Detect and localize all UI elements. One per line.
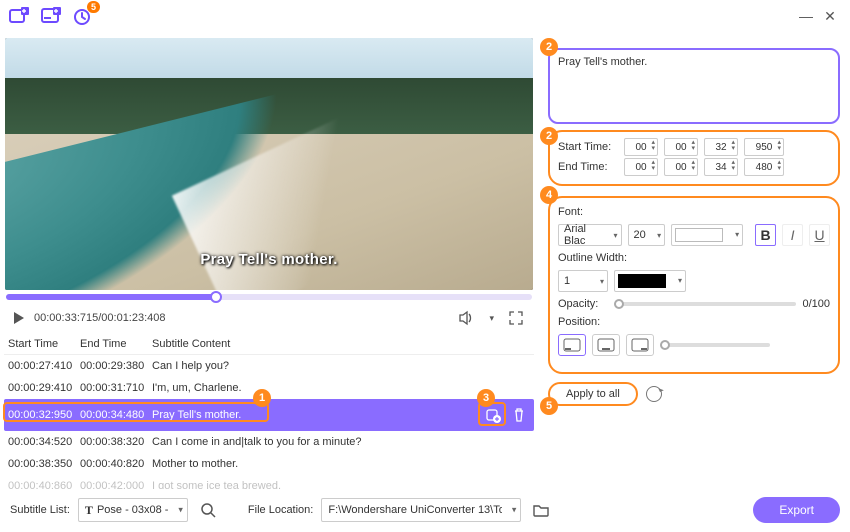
bold-button[interactable]: B — [755, 224, 776, 246]
cell-end: 00:00:29:380 — [80, 360, 152, 372]
auto-subtitle-icon[interactable]: 5 — [72, 5, 94, 27]
cell-start: 00:00:27:410 — [8, 360, 80, 372]
cell-start: 00:00:38:350 — [8, 458, 80, 470]
end-mm[interactable]: 00▴▾ — [664, 158, 698, 176]
position-right[interactable] — [626, 334, 654, 356]
cell-content: Pray Tell's mother. — [152, 409, 482, 421]
font-label: Font: — [558, 206, 830, 218]
table-row[interactable]: 00:00:27:410 00:00:29:380 Can I help you… — [4, 355, 534, 377]
table-row[interactable]: 00:00:34:520 00:00:38:320 Can I come in … — [4, 431, 534, 453]
font-color-select[interactable]: ▾ — [671, 224, 743, 246]
position-slider[interactable] — [660, 343, 770, 347]
end-hh[interactable]: 00▴▾ — [624, 158, 658, 176]
start-ms[interactable]: 950▴▾ — [744, 138, 784, 156]
start-hh[interactable]: 00▴▾ — [624, 138, 658, 156]
step-2b: 2 — [540, 127, 558, 145]
time-display: 00:00:33:715/00:01:23:408 — [34, 312, 166, 324]
table-row-selected[interactable]: 00:00:32:950 00:00:34:480 Pray Tell's mo… — [4, 399, 534, 431]
seek-bar[interactable] — [6, 294, 532, 300]
video-caption: Pray Tell's mother. — [5, 251, 533, 268]
bottom-bar: Subtitle List: T Pose - 03x08 - Ser… ▾ F… — [0, 488, 850, 532]
cell-end: 00:00:31:710 — [80, 382, 152, 394]
position-center[interactable] — [592, 334, 620, 356]
col-content: Subtitle Content — [152, 338, 530, 350]
opacity-value: 0/100 — [802, 298, 830, 310]
cell-content: I'm, um, Charlene. — [152, 382, 530, 394]
outline-color-select[interactable]: ▾ — [614, 270, 686, 292]
cell-start: 00:00:29:410 — [8, 382, 80, 394]
start-ss[interactable]: 32▴▾ — [704, 138, 738, 156]
titlebar: 5 — ✕ — [0, 0, 850, 32]
step-3: 3 — [477, 389, 495, 407]
open-folder-icon[interactable] — [529, 498, 553, 522]
step-5: 5 — [540, 397, 558, 415]
play-button[interactable] — [14, 312, 24, 324]
step-1: 1 — [253, 389, 271, 407]
cell-content: Mother to mother. — [152, 458, 530, 470]
chevron-down-icon[interactable]: ▾ — [489, 313, 494, 324]
badge: 5 — [87, 1, 100, 13]
table-row[interactable]: 00:00:40:860 00:00:42:000 I got some ice… — [4, 475, 534, 489]
cell-end: 00:00:34:480 — [80, 409, 152, 421]
reset-icon[interactable] — [646, 386, 662, 402]
cell-start: 00:00:32:950 — [8, 409, 80, 421]
opacity-label: Opacity: — [558, 298, 608, 310]
step-2a: 2 — [540, 38, 558, 56]
cell-content: Can I help you? — [152, 360, 530, 372]
col-start: Start Time — [8, 338, 80, 350]
cell-end: 00:00:40:820 — [80, 458, 152, 470]
minimize-button[interactable]: — — [794, 9, 818, 23]
volume-icon[interactable] — [455, 306, 479, 330]
step-4: 4 — [540, 186, 558, 204]
subtitle-list-select[interactable]: T Pose - 03x08 - Ser… ▾ — [78, 498, 188, 522]
italic-button[interactable]: I — [782, 224, 803, 246]
position-label: Position: — [558, 316, 830, 328]
end-time-label: End Time: — [558, 161, 618, 173]
apply-to-all-button[interactable]: Apply to all — [548, 382, 638, 406]
cell-end: 00:00:38:320 — [80, 436, 152, 448]
video-preview[interactable]: Pray Tell's mother. — [5, 38, 533, 290]
underline-button[interactable]: U — [809, 224, 830, 246]
close-button[interactable]: ✕ — [818, 9, 842, 23]
opacity-slider[interactable] — [614, 302, 796, 306]
add-below-icon[interactable] — [482, 404, 504, 426]
font-block: Font: Arial Blac▾ 20▾ ▾ B I U Outline Wi… — [548, 196, 840, 374]
end-ms[interactable]: 480▴▾ — [744, 158, 784, 176]
add-subtitle-icon[interactable] — [40, 5, 62, 27]
cell-start: 00:00:34:520 — [8, 436, 80, 448]
position-left[interactable] — [558, 334, 586, 356]
subtitle-text-input[interactable]: Pray Tell's mother. — [548, 48, 840, 124]
table-row[interactable]: 00:00:38:350 00:00:40:820 Mother to moth… — [4, 453, 534, 475]
export-button[interactable]: Export — [753, 497, 840, 523]
start-time-label: Start Time: — [558, 141, 618, 153]
time-block: Start Time: 00▴▾ 00▴▾ 32▴▾ 950▴▾ End Tim… — [548, 130, 840, 186]
search-icon[interactable] — [196, 498, 220, 522]
fullscreen-icon[interactable] — [504, 306, 528, 330]
add-video-icon[interactable] — [8, 5, 30, 27]
subtitle-table-header: Start Time End Time Subtitle Content — [4, 334, 534, 355]
subtitle-list-label: Subtitle List: — [10, 504, 70, 516]
file-location-select[interactable]: F:\Wondershare UniConverter 13\To-bur ▾ — [321, 498, 521, 522]
delete-icon[interactable] — [508, 404, 530, 426]
outline-width-label: Outline Width: — [558, 252, 830, 264]
cell-content: Can I come in and|talk to you for a minu… — [152, 436, 530, 448]
font-family-select[interactable]: Arial Blac▾ — [558, 224, 622, 246]
outline-width-select[interactable]: 1▾ — [558, 270, 608, 292]
subtitle-table: 00:00:27:410 00:00:29:380 Can I help you… — [4, 355, 534, 489]
end-ss[interactable]: 34▴▾ — [704, 158, 738, 176]
font-size-select[interactable]: 20▾ — [628, 224, 666, 246]
file-location-label: File Location: — [248, 504, 313, 516]
col-end: End Time — [80, 338, 152, 350]
start-mm[interactable]: 00▴▾ — [664, 138, 698, 156]
